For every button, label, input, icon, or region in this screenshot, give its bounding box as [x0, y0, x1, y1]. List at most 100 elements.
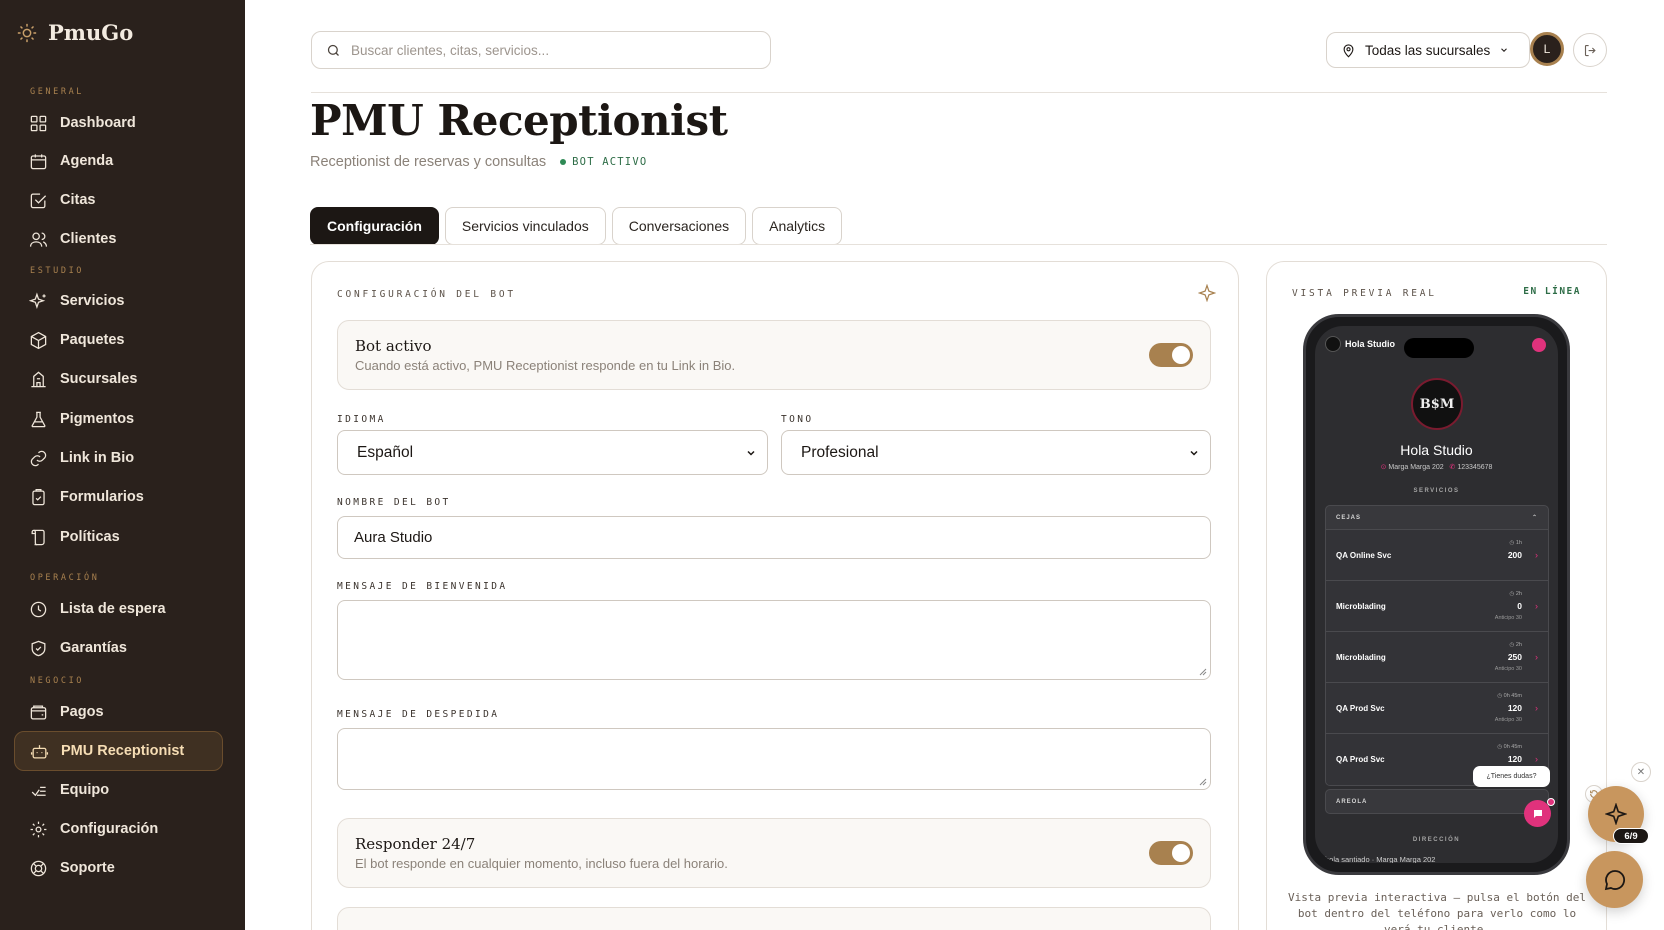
sidebar-item-link-in-bio[interactable]: Link in Bio — [14, 438, 223, 478]
sidebar-item-servicios[interactable]: Servicios — [14, 281, 223, 321]
branch-selector[interactable]: Todas las sucursales — [1326, 32, 1530, 68]
sidebar-item-pagos[interactable]: Pagos — [14, 692, 223, 732]
avatar[interactable]: L — [1530, 32, 1564, 66]
phone-icon: ✆ — [1449, 464, 1456, 471]
welcome-label: MENSAJE DE BIENVENIDA — [337, 581, 508, 592]
map-pin-icon — [1343, 43, 1354, 58]
toggle-knob — [1172, 346, 1190, 364]
sidebar-item-equipo[interactable]: Equipo — [14, 770, 223, 810]
bot-active-toggle[interactable] — [1149, 343, 1193, 367]
sidebar-item-label: PMU Receptionist — [61, 743, 185, 759]
search-bar[interactable] — [311, 31, 771, 69]
tab-analytics[interactable]: Analytics — [752, 207, 843, 245]
sidebar-item-clientes[interactable]: Clientes — [14, 219, 223, 259]
service-duration: ◷ 0h 45m — [1497, 693, 1522, 699]
service-row[interactable]: Microblading ◷ 2h 250 Anticipo 30 › — [1326, 632, 1548, 683]
tab-configuracion[interactable]: Configuración — [310, 207, 439, 245]
bot-icon — [30, 744, 49, 758]
sidebar-item-formularios[interactable]: Formularios — [14, 477, 223, 517]
logout-button[interactable] — [1573, 33, 1607, 67]
tabs: Configuración Servicios vinculados Conve… — [310, 207, 843, 245]
sidebar-item-sucursales[interactable]: Sucursales — [14, 359, 223, 399]
package-icon — [30, 331, 47, 349]
service-price: 120 — [1507, 703, 1522, 713]
studio-name: Hola Studio — [1400, 442, 1473, 458]
respond-247-toggle[interactable] — [1149, 841, 1193, 865]
service-row[interactable]: Microblading ◷ 2h 0 Anticipo 30 › — [1326, 581, 1548, 632]
language-select[interactable]: Español — [337, 430, 768, 475]
sidebar-item-label: Agenda — [60, 153, 114, 169]
top-divider — [311, 92, 1607, 93]
logout-icon — [1584, 44, 1596, 56]
chevron-right-icon: › — [1535, 601, 1538, 611]
close-widget-button[interactable]: ✕ — [1631, 762, 1651, 782]
resize-handle-icon[interactable] — [1199, 668, 1207, 676]
setting-description: El bot responde en cualquier momento, in… — [355, 856, 728, 871]
sidebar: PmuGo GENERAL Dashboard Agenda Citas Cli… — [0, 0, 245, 930]
studio-address: hola santiado · Marga Marga 202 — [1325, 855, 1436, 863]
clipboard-icon — [32, 488, 45, 505]
next-setting — [337, 907, 1211, 930]
users-icon — [29, 232, 48, 247]
sidebar-item-agenda[interactable]: Agenda — [14, 141, 223, 181]
phone-call-icon[interactable] — [1532, 338, 1546, 352]
service-price: 0 — [1517, 601, 1522, 611]
service-price: 120 — [1507, 754, 1522, 764]
search-input[interactable] — [351, 42, 751, 58]
progress-badge: 6/9 — [1613, 828, 1649, 844]
setting-title: Responder 24/7 — [355, 835, 476, 853]
calendar-icon — [30, 153, 47, 169]
sidebar-item-configuracion[interactable]: Configuración — [14, 809, 223, 849]
tab-conversaciones[interactable]: Conversaciones — [611, 207, 747, 245]
dynamic-island — [1404, 338, 1474, 358]
sidebar-item-soporte[interactable]: Soporte — [14, 848, 223, 888]
welcome-textarea[interactable] — [337, 600, 1211, 680]
card-header: CONFIGURACIÓN DEL BOT — [337, 289, 516, 300]
sparkles-icon — [29, 291, 46, 309]
services-section-title: SERVICIOS — [1413, 488, 1460, 494]
sidebar-item-label: Pigmentos — [60, 411, 135, 427]
brand[interactable]: PmuGo — [16, 20, 133, 45]
studio-address-short: Marga Marga 202 — [1388, 464, 1444, 471]
service-row[interactable]: QA Online Svc ◷ 1h 200 › — [1326, 530, 1548, 581]
building-icon — [31, 371, 46, 387]
support-chat-button[interactable] — [1586, 851, 1643, 908]
category-header[interactable]: CEJAS ⌃ — [1326, 506, 1548, 530]
sidebar-item-garantias[interactable]: Garantías — [14, 628, 223, 668]
sidebar-item-label: Dashboard — [60, 115, 136, 131]
sun-logo-icon — [17, 23, 37, 42]
tab-servicios-vinculados[interactable]: Servicios vinculados — [444, 207, 606, 245]
sidebar-item-label: Servicios — [60, 293, 125, 309]
sidebar-item-citas[interactable]: Citas — [14, 180, 223, 220]
phone-screen: Hola Studio B$M Hola Studio ⊙ Marga Marg… — [1315, 326, 1558, 863]
sidebar-item-pigmentos[interactable]: Pigmentos — [14, 399, 223, 439]
scroll-icon — [31, 529, 45, 545]
tone-select[interactable]: Profesional — [781, 430, 1211, 475]
sidebar-item-label: Soporte — [60, 860, 115, 876]
resize-handle-icon[interactable] — [1199, 778, 1207, 786]
tone-label: TONO — [781, 414, 814, 425]
farewell-textarea[interactable] — [337, 728, 1211, 790]
preview-caption: Vista previa interactiva — pulsa el botó… — [1287, 891, 1586, 930]
setting-description: Cuando está activo, PMU Receptionist res… — [355, 358, 736, 373]
online-status: EN LÍNEA — [1523, 286, 1581, 297]
sidebar-item-politicas[interactable]: Políticas — [14, 517, 223, 557]
preview-label: VISTA PREVIA REAL — [1292, 288, 1437, 299]
gear-icon — [30, 821, 47, 837]
bot-active-setting: Bot activo Cuando está activo, PMU Recep… — [337, 320, 1211, 390]
sidebar-item-lista-de-espera[interactable]: Lista de espera — [14, 589, 223, 629]
tabs-divider — [310, 244, 1607, 245]
service-row[interactable]: QA Prod Svc ◷ 0h 45m 120 Anticipo 30 › — [1326, 683, 1548, 734]
chat-tooltip: ¿Tienes dudas? — [1473, 766, 1550, 787]
link-icon — [30, 450, 47, 466]
service-price: 200 — [1507, 550, 1522, 560]
lifebuoy-icon — [30, 860, 47, 876]
sidebar-item-pmu-receptionist[interactable]: PMU Receptionist — [14, 731, 223, 771]
sidebar-item-label: Configuración — [60, 821, 159, 837]
category-header-areola[interactable]: AREOLA — [1325, 789, 1549, 814]
sidebar-item-paquetes[interactable]: Paquetes — [14, 320, 223, 360]
sidebar-item-dashboard[interactable]: Dashboard — [14, 103, 223, 143]
chat-bubble-icon — [1604, 869, 1625, 890]
bot-config-card: CONFIGURACIÓN DEL BOT Bot activo Cuando … — [311, 261, 1239, 930]
bot-name-input[interactable]: Aura Studio — [337, 516, 1211, 559]
